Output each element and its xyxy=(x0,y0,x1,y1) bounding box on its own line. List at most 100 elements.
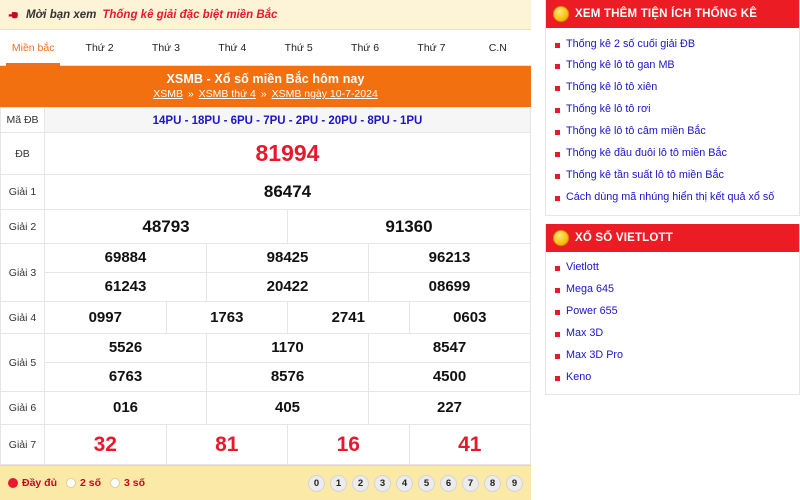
sidebar-link-ma-nhung[interactable]: Cách dùng mã nhúng hiển thị kết quả xổ s… xyxy=(546,187,799,209)
page-root: Mời bạn xem Thống kê giải đặc biệt miền … xyxy=(0,0,800,500)
option-label: 2 số xyxy=(80,477,102,489)
digit-filter-1[interactable]: 1 xyxy=(330,474,347,492)
bullet-icon xyxy=(555,266,560,272)
prize-number: 4500 xyxy=(432,368,467,385)
tab-thu-7[interactable]: Thứ 7 xyxy=(398,30,464,65)
prize-cell: 86474 xyxy=(44,174,531,210)
tab-label: Miền bắc xyxy=(11,41,55,54)
bullet-icon xyxy=(555,288,560,294)
promo-link[interactable]: Thống kê giải đặc biệt miền Bắc xyxy=(102,9,277,21)
table-row-giai-5-cont: 6763 8576 4500 xyxy=(1,362,531,392)
panel-link-list: Thống kê 2 số cuối giải ĐB Thống kê lô t… xyxy=(546,28,799,215)
sidebar-link-keno[interactable]: Keno xyxy=(546,366,799,388)
row-label: Mã ĐB xyxy=(0,107,45,133)
breadcrumb-separator: » xyxy=(260,88,267,100)
prize-number: 48793 xyxy=(142,216,190,236)
panel-vietlott: XỔ SỐ VIETLOTT Vietlott Mega 645 Power 6… xyxy=(545,223,800,396)
digit-filter-4[interactable]: 4 xyxy=(396,474,413,492)
sidebar-link-lo-to-gan-mb[interactable]: Thống kê lô tô gan MB xyxy=(546,55,799,77)
ma-db-value: 14PU - 18PU - 6PU - 7PU - 2PU - 20PU - 8… xyxy=(152,115,423,127)
sidebar-link-lo-to-roi[interactable]: Thống kê lô tô rơi xyxy=(546,99,799,121)
row-label: Giải 4 xyxy=(0,301,45,334)
breadcrumb-link-date[interactable]: XSMB ngày 10-7-2024 xyxy=(272,88,378,100)
prize-number: 8576 xyxy=(270,368,305,385)
sidebar-link-lo-to-cam-mien-bac[interactable]: Thống kê lô tô câm miền Bắc xyxy=(546,121,799,143)
tab-cn[interactable]: C.N xyxy=(465,30,531,65)
panel-title: XEM THÊM TIỆN ÍCH THỐNG KÊ xyxy=(575,8,758,20)
promo-text: Mời bạn xem xyxy=(26,8,97,21)
tab-mien-bac[interactable]: Miền bắc xyxy=(0,30,66,66)
sidebar-link-dau-duoi-lo-to[interactable]: Thống kê đầu đuôi lô tô miền Bắc xyxy=(546,143,799,165)
sidebar-link-2-so-cuoi-db[interactable]: Thống kê 2 số cuối giải ĐB xyxy=(546,33,799,55)
prize-cell: 98425 xyxy=(206,243,369,273)
tab-thu-4[interactable]: Thứ 4 xyxy=(199,30,265,65)
prize-cell: 32 xyxy=(44,424,167,465)
row-label: ĐB xyxy=(0,132,45,175)
prize-cell: 81994 xyxy=(44,132,531,175)
digit-filter-6[interactable]: 6 xyxy=(440,474,457,492)
prize-cell: 1170 xyxy=(206,333,369,363)
prize-number: 16 xyxy=(336,432,360,456)
link-label: Max 3D xyxy=(566,326,604,339)
prize-number: 6763 xyxy=(108,368,143,385)
prize-number: 32 xyxy=(93,432,117,456)
bullet-icon xyxy=(555,310,560,316)
panel-header: XEM THÊM TIỆN ÍCH THỐNG KÊ xyxy=(546,0,799,28)
prize-cell: 16 xyxy=(287,424,410,465)
option-3-so[interactable]: 3 số xyxy=(110,477,145,489)
panel-header: XỔ SỐ VIETLOTT xyxy=(546,223,799,252)
prize-cell: 5526 xyxy=(44,333,207,363)
tab-label: Thứ 6 xyxy=(351,41,380,54)
digit-filter-5[interactable]: 5 xyxy=(418,474,435,492)
option-day-du[interactable]: Đầy đủ xyxy=(8,477,57,489)
digit-filter-8[interactable]: 8 xyxy=(484,474,501,492)
breadcrumb-link-weekday[interactable]: XSMB thứ 4 xyxy=(199,88,256,100)
promo-banner: Mời bạn xem Thống kê giải đặc biệt miền … xyxy=(0,0,531,30)
digit-filter-2[interactable]: 2 xyxy=(352,474,369,492)
breadcrumb-separator: » xyxy=(187,88,194,100)
row-label: Giải 2 xyxy=(0,209,45,244)
prize-number: 86474 xyxy=(263,182,312,201)
prize-number: 0603 xyxy=(453,308,487,326)
bullet-icon xyxy=(555,331,560,337)
ma-db-cell: 14PU - 18PU - 6PU - 7PU - 2PU - 20PU - 8… xyxy=(44,107,531,133)
breadcrumb-link-xsmb[interactable]: XSMB xyxy=(153,88,183,100)
prize-number: 20422 xyxy=(266,278,309,295)
prize-cell: 69884 xyxy=(44,243,207,273)
bullet-icon xyxy=(555,353,560,359)
bullet-icon xyxy=(555,86,560,92)
panel-thong-ke: XEM THÊM TIỆN ÍCH THỐNG KÊ Thống kê 2 số… xyxy=(545,0,800,216)
sidebar-link-mega-645[interactable]: Mega 645 xyxy=(546,279,799,301)
tab-thu-5[interactable]: Thứ 5 xyxy=(266,30,332,65)
sidebar-link-power-655[interactable]: Power 655 xyxy=(546,301,799,323)
prize-cell: 81 xyxy=(165,424,288,465)
sidebar-link-lo-to-xien[interactable]: Thống kê lô tô xiên xyxy=(546,77,799,99)
digit-filter-7[interactable]: 7 xyxy=(462,474,479,492)
tab-thu-3[interactable]: Thứ 3 xyxy=(133,30,199,65)
coin-icon xyxy=(553,6,569,22)
option-2-so[interactable]: 2 số xyxy=(66,477,101,489)
tab-thu-2[interactable]: Thứ 2 xyxy=(66,30,132,65)
prize-number: 41 xyxy=(458,432,482,456)
tab-label: Thứ 4 xyxy=(218,41,247,54)
digit-filter-0[interactable]: 0 xyxy=(308,474,325,492)
table-row-giai-4: Giải 4 0997 1763 2741 0603 xyxy=(0,301,531,334)
prize-number: 61243 xyxy=(104,278,147,295)
digit-filter-3[interactable]: 3 xyxy=(374,474,391,492)
prize-cell: 0997 xyxy=(44,301,167,334)
prize-cell: 96213 xyxy=(368,243,531,273)
sidebar-link-vietlott[interactable]: Vietlott xyxy=(546,257,799,279)
row-label: Giải 1 xyxy=(0,174,45,210)
prize-cell: 6763 xyxy=(44,362,207,392)
digit-filter-9[interactable]: 9 xyxy=(506,474,523,492)
results-filter-bar: Đầy đủ 2 số 3 số 0 1 2 3 4 5 6 7 8 9 xyxy=(0,465,531,500)
option-label: Đầy đủ xyxy=(22,477,58,489)
sidebar-link-max-3d[interactable]: Max 3D xyxy=(546,322,799,344)
tab-thu-6[interactable]: Thứ 6 xyxy=(332,30,398,65)
panel-title: XỔ SỐ VIETLOTT xyxy=(575,231,674,244)
sidebar-link-max-3d-pro[interactable]: Max 3D Pro xyxy=(546,344,799,366)
column-gap xyxy=(531,0,545,500)
bullet-icon xyxy=(555,64,560,70)
prize-number: 1763 xyxy=(210,308,244,326)
sidebar-link-tan-suat-lo-to[interactable]: Thống kê tần suất lô tô miền Bắc xyxy=(546,165,799,187)
